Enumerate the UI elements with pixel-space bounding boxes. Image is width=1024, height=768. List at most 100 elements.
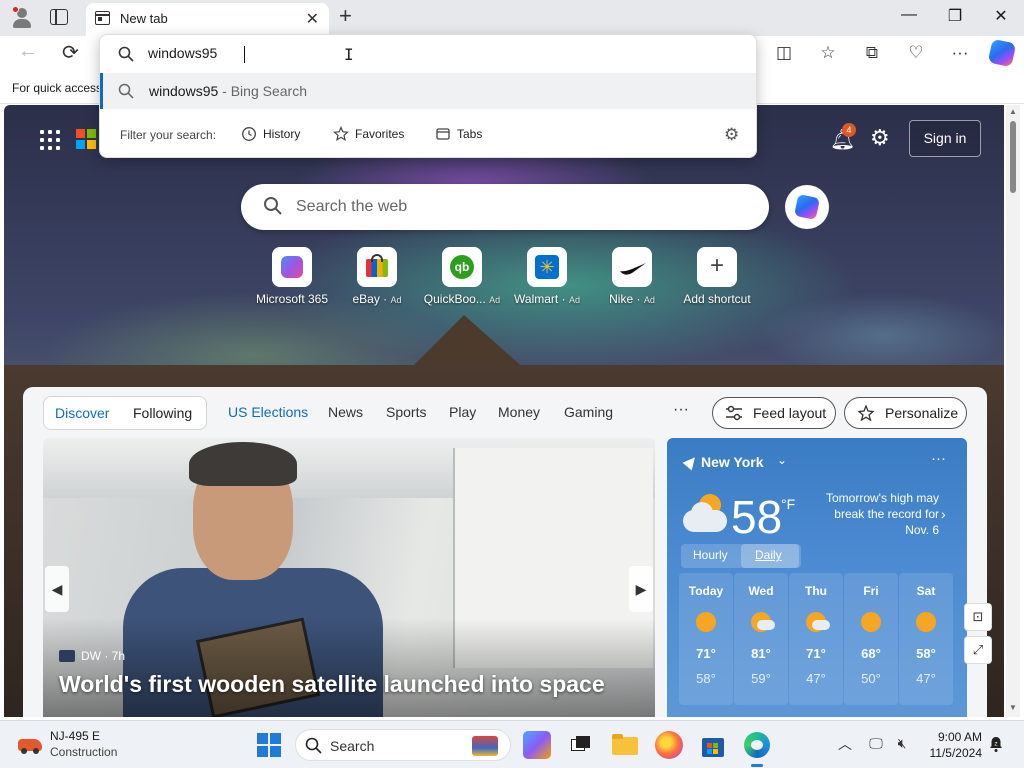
weather-alert[interactable]: Tomorrow's high may break the record for… [815, 490, 939, 538]
search-filters: Filter your search: History Favorites Ta… [100, 113, 756, 157]
sign-in-button[interactable]: Sign in [909, 120, 981, 157]
shortcut-label: eBay [352, 292, 380, 306]
clock-time[interactable]: 9:00 AM [930, 730, 982, 744]
search-icon [118, 46, 134, 62]
alert-chevron-right-icon[interactable]: › [941, 506, 946, 522]
traffic-widget-status[interactable]: Construction [50, 745, 117, 759]
tab-discover[interactable]: Discover [55, 405, 109, 421]
tab-gaming[interactable]: Gaming [564, 404, 613, 420]
temperature-unit[interactable]: °F [781, 496, 795, 512]
filter-favorites-label: Favorites [355, 127, 405, 141]
tab-sports[interactable]: Sports [386, 404, 426, 420]
title-bar: New tab ✕ + — ❐ ✕ [0, 0, 1024, 36]
feed-layout-label: Feed layout [753, 405, 827, 421]
shortcut-ebay[interactable]: eBay · Ad [332, 247, 422, 306]
network-display-icon[interactable]: 🖵︎ [866, 735, 886, 753]
nike-swoosh-icon [612, 247, 652, 287]
svg-text:z: z [994, 741, 997, 748]
tab-new-tab[interactable]: New tab ✕ [86, 3, 329, 36]
shortcut-add[interactable]: + Add shortcut [672, 247, 762, 306]
volume-muted-icon[interactable]: 🔇︎ [892, 735, 912, 753]
scroll-down-arrow-icon[interactable]: ▼ [1009, 703, 1017, 712]
apps-launcher-icon[interactable] [40, 130, 60, 150]
weather-location[interactable]: New York [701, 454, 764, 470]
start-windows-icon[interactable] [257, 733, 281, 757]
carousel-next-button[interactable]: ▶ [629, 566, 653, 612]
tab-hourly[interactable]: Hourly [693, 548, 728, 562]
close-window-button[interactable]: ✕ [986, 6, 1016, 26]
profile-icon[interactable] [10, 6, 34, 30]
weather-more-button[interactable]: ··· [931, 450, 946, 467]
scrollbar-thumb[interactable] [1010, 121, 1016, 193]
address-input[interactable] [148, 45, 708, 61]
copilot-search-button[interactable] [785, 185, 829, 229]
favorites-icon[interactable]: ☆ [818, 43, 838, 63]
tab-us-elections[interactable]: US Elections [228, 404, 308, 420]
star-icon [333, 126, 349, 142]
page-settings-gear-icon[interactable]: ⚙︎ [870, 125, 890, 151]
forecast-day[interactable]: Today 71° 58° [679, 573, 733, 705]
carousel-prev-button[interactable]: ◀ [45, 566, 69, 612]
address-bar[interactable]: I [100, 35, 756, 73]
forecast-high: 71° [806, 646, 826, 661]
web-search-box[interactable]: Search the web [241, 184, 769, 230]
shortcut-quickbooks[interactable]: qb QuickBoo... Ad [417, 247, 507, 306]
suggestion-item[interactable]: windows95 - Bing Search [100, 73, 756, 109]
sunny-icon [861, 612, 881, 632]
settings-more-icon[interactable]: ··· [950, 43, 970, 63]
traffic-widget-title[interactable]: NJ-495 E [50, 729, 100, 743]
traffic-car-icon[interactable] [18, 735, 44, 754]
search-highlight-icon [472, 736, 498, 756]
restore-button[interactable]: ❐ [940, 6, 970, 26]
tab-money[interactable]: Money [498, 404, 540, 420]
taskbar-search-box[interactable]: Search [295, 729, 511, 761]
tab-daily[interactable]: Daily [755, 548, 782, 562]
forecast-day[interactable]: Wed 81° 59° [734, 573, 788, 705]
feed-layout-button[interactable]: Feed layout [712, 397, 836, 429]
filter-tabs[interactable]: Tabs [435, 127, 482, 141]
scroll-up-arrow-icon[interactable]: ▲ [1009, 107, 1017, 116]
page-scrollbar[interactable]: ▲ ▼ [1006, 105, 1020, 717]
weather-card[interactable]: New York ⌄ ··· 58 °F Tomorrow's high may… [667, 438, 967, 717]
firefox-icon[interactable] [655, 731, 683, 759]
tab-close-button[interactable]: ✕ [306, 9, 319, 29]
show-hidden-icons-chevron-up-icon[interactable]: ︿ [838, 734, 852, 754]
filter-label: Filter your search: [120, 128, 217, 142]
tab-following[interactable]: Following [133, 405, 192, 421]
clock-date[interactable]: 11/5/2024 [922, 746, 983, 760]
copilot-preview-app-icon[interactable] [523, 731, 551, 759]
notification-bell-icon[interactable]: z [988, 735, 1004, 753]
tab-actions-icon[interactable] [50, 9, 68, 25]
personalize-button[interactable]: Personalize [844, 397, 967, 429]
refresh-button[interactable]: ⟳ [62, 40, 79, 65]
back-button[interactable]: ← [18, 40, 38, 63]
microsoft-logo-icon [76, 129, 96, 149]
visual-search-icon[interactable]: ⊡ [964, 603, 992, 631]
filter-history[interactable]: History [241, 127, 300, 141]
tab-play[interactable]: Play [449, 404, 476, 420]
file-explorer-icon[interactable] [611, 731, 639, 759]
forecast-day[interactable]: Sat 58° 47° [899, 573, 953, 705]
web-search-placeholder: Search the web [296, 198, 408, 215]
filter-favorites[interactable]: Favorites [333, 126, 405, 142]
task-view-icon[interactable] [566, 731, 594, 759]
search-settings-gear-icon[interactable]: ⚙︎ [724, 125, 739, 145]
shortcut-nike[interactable]: Nike · Ad [587, 247, 677, 306]
hero-news-card[interactable]: ◀ ▶ DW · 7h World's first wooden satelli… [43, 438, 655, 717]
forecast-day[interactable]: Thu 71° 47° [789, 573, 843, 705]
collections-icon[interactable]: ⧉ [862, 43, 882, 63]
hero-headline[interactable]: World's first wooden satellite launched … [59, 671, 605, 698]
microsoft-store-icon[interactable] [699, 731, 727, 759]
minimize-button[interactable]: — [894, 6, 924, 24]
shortcut-walmart[interactable]: ✳ Walmart · Ad [502, 247, 592, 306]
edge-browser-icon[interactable] [743, 731, 771, 767]
new-tab-button[interactable]: + [339, 3, 352, 29]
tab-news[interactable]: News [328, 404, 363, 420]
expand-icon[interactable]: ⤢ [964, 636, 992, 664]
location-chevron-down-icon[interactable]: ⌄ [777, 453, 787, 467]
browser-essentials-icon[interactable]: ♡ [906, 43, 926, 63]
split-screen-icon[interactable]: ◫ [774, 43, 794, 63]
shortcut-microsoft-365[interactable]: Microsoft 365 [247, 247, 337, 306]
forecast-day[interactable]: Fri 68° 50° [844, 573, 898, 705]
more-categories-button[interactable]: ··· [673, 401, 689, 419]
